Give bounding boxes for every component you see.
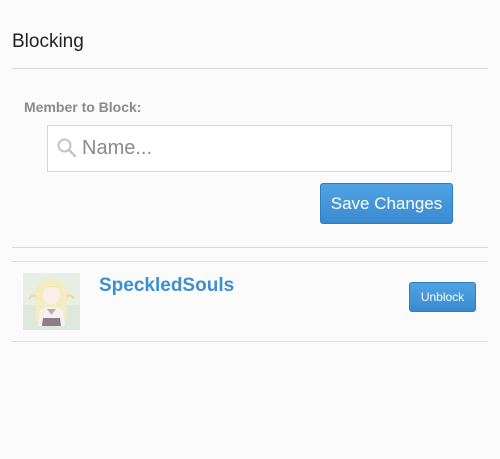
member-search-box[interactable] — [47, 125, 452, 172]
blocked-member-row: SpeckledSouls Unblock — [12, 262, 488, 342]
form-divider — [12, 247, 488, 248]
list-bottom-divider — [12, 341, 488, 342]
blocking-settings-page: Blocking Member to Block: Save Changes — [0, 0, 500, 459]
unblock-button[interactable]: Unblock — [409, 282, 476, 312]
avatar-image — [23, 273, 80, 330]
avatar[interactable] — [23, 273, 80, 330]
page-title: Blocking — [12, 31, 84, 52]
blocked-username-link[interactable]: SpeckledSouls — [99, 275, 234, 297]
search-icon — [57, 138, 77, 158]
save-changes-button[interactable]: Save Changes — [320, 183, 453, 224]
member-to-block-label: Member to Block: — [24, 99, 142, 115]
member-search-input[interactable] — [82, 132, 442, 165]
title-divider — [12, 68, 488, 69]
